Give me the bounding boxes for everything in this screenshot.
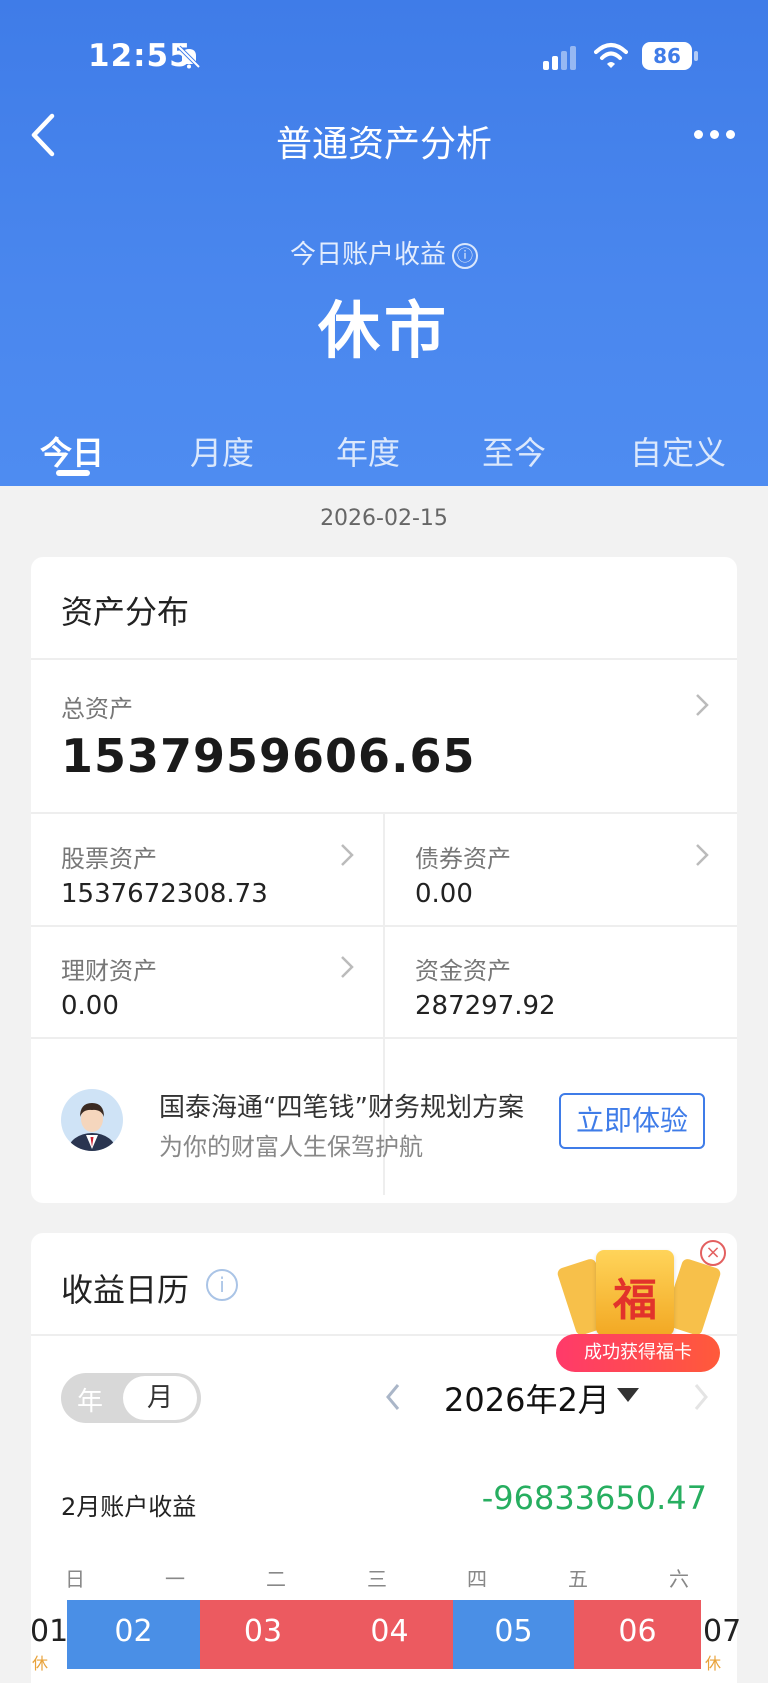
calendar-day[interactable]: 03 [200,1600,326,1669]
advisor-avatar [61,1089,123,1151]
market-status: 休市 [317,294,450,367]
cash-assets-value: 287297.92 [415,991,556,1021]
monthly-income-label: 2月账户收益 [61,1493,197,1521]
wifi-icon [594,43,628,68]
close-icon[interactable]: × [700,1240,726,1266]
asset-card-title: 资产分布 [61,593,190,631]
current-date: 2026-02-15 [320,506,448,531]
monthly-income-value: -96833650.47 [481,1479,707,1517]
weekday-label: 日 [65,1567,85,1591]
hero-subtitle: 今日账户收益 ⓘ [0,234,768,271]
weekday-label: 一 [165,1567,185,1591]
wealth-assets-value: 0.00 [61,991,119,1021]
info-icon[interactable]: ⓘ [452,242,478,269]
wealth-assets-label: 理财资产 [61,957,157,985]
info-icon[interactable]: i [206,1269,238,1301]
year-month-toggle[interactable]: 年 月 [61,1373,201,1423]
battery-icon: 86 [642,42,698,70]
rest-day-label: 休 [705,1654,722,1673]
bell-muted-icon [177,45,201,69]
weekday-label: 四 [467,1567,487,1591]
calendar-day[interactable]: 05 [453,1600,574,1669]
try-now-button[interactable]: 立即体验 [559,1093,705,1149]
calendar-day[interactable]: 02 [67,1600,200,1669]
toggle-month[interactable]: 月 [123,1376,197,1420]
tab-custom[interactable]: 自定义 [630,428,726,474]
fu-card: 福 [596,1250,674,1336]
total-assets-label: 总资产 [61,695,133,723]
more-options-icon[interactable] [694,130,735,139]
header: 12:55 86 普通资产分析 今日账户收益 ⓘ 休市 今日 月度 年度 至今 自… [0,0,768,486]
month-selector[interactable]: 2026年2月 [444,1375,610,1421]
weekday-label: 六 [669,1567,689,1591]
cash-assets-label: 资金资产 [415,957,511,985]
tab-month[interactable]: 月度 [190,428,254,474]
total-assets-value: 1537959606.65 [61,729,476,783]
stock-assets-value: 1537672308.73 [61,879,268,909]
fu-character: 福 [613,1275,657,1326]
bond-assets-label: 债券资产 [415,845,511,873]
hero-subtitle-text: 今日账户收益 [289,240,446,270]
calendar-day[interactable]: 06 [574,1600,701,1669]
weekday-label: 二 [266,1567,286,1591]
chevron-left-icon[interactable] [383,1381,403,1413]
tab-to-date[interactable]: 至今 [482,428,546,474]
bond-assets-value: 0.00 [415,879,473,909]
chevron-right-icon [341,844,354,866]
tab-today[interactable]: 今日 [40,428,104,474]
badge-ribbon: 成功获得福卡 [556,1334,720,1372]
asset-distribution-card: 资产分布 总资产 1537959606.65 股票资产 1537672308.7… [31,557,737,1203]
calendar-day[interactable]: 04 [326,1600,453,1669]
chevron-right-icon [696,694,709,716]
stock-assets-label: 股票资产 [61,845,157,873]
cellular-signal-icon [543,46,576,70]
toggle-year[interactable]: 年 [77,1381,103,1418]
divider [31,1037,737,1039]
weekday-label: 五 [568,1567,588,1591]
promo-subtitle: 为你的财富人生保驾护航 [159,1133,423,1161]
divider [31,658,737,660]
chevron-right-icon[interactable] [691,1381,711,1413]
chevron-right-icon [341,956,354,978]
status-bar: 12:55 86 [0,36,768,76]
page-title: 普通资产分析 [275,124,492,165]
rest-day-label: 休 [32,1654,49,1673]
divider [31,925,737,927]
weekday-label: 三 [367,1567,387,1591]
chevron-right-icon [696,844,709,866]
dropdown-triangle-icon[interactable] [617,1388,639,1402]
active-tab-indicator [56,470,90,476]
calendar-title: 收益日历 [61,1271,190,1309]
tab-year[interactable]: 年度 [336,428,400,474]
period-tabs: 今日 月度 年度 至今 自定义 [0,424,768,486]
promo-title: 国泰海通“四笔钱”财务规划方案 [159,1093,524,1123]
